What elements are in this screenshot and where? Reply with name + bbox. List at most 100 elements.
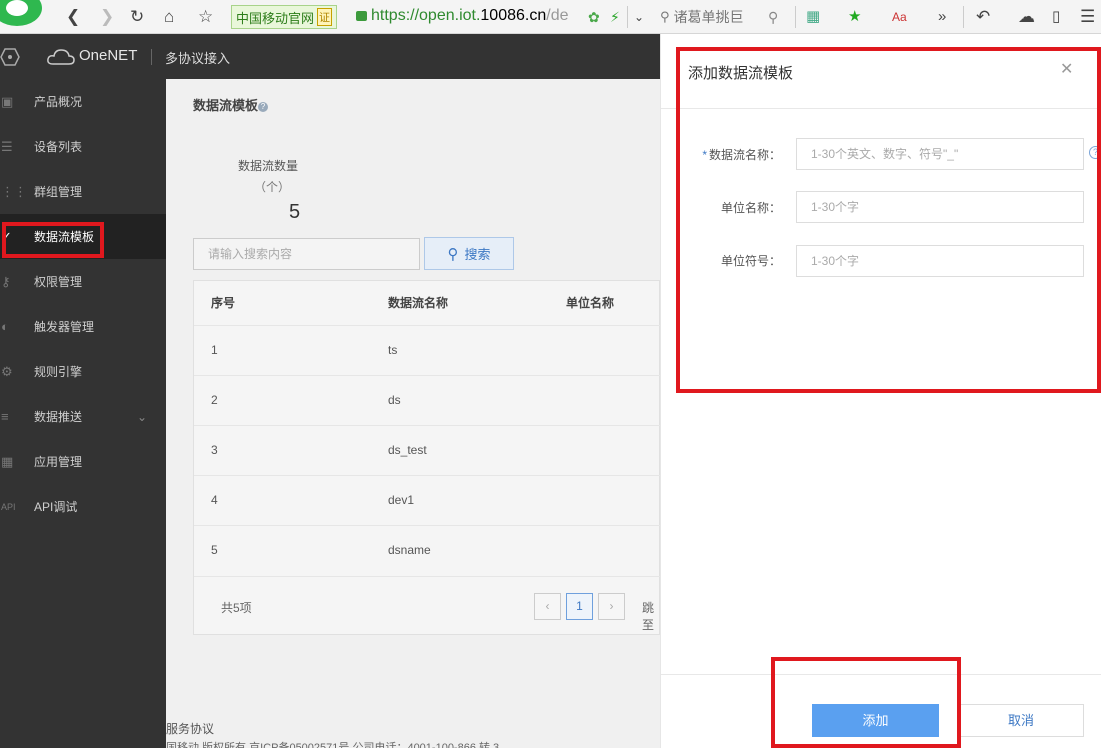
next-page-button[interactable]: › xyxy=(598,593,625,620)
main-content: 数据流模板? 数据流数量 （个） 5 请输入搜索内容 ⚲ 搜索 序号 数据流名称… xyxy=(166,79,661,748)
sidebar-item-data-push[interactable]: ≡ 数据推送 ⌄ xyxy=(0,394,166,439)
sidebar-item-permissions[interactable]: ⚷ 权限管理 xyxy=(0,259,166,304)
unit-name-input[interactable]: 1-30个字 xyxy=(796,191,1084,223)
table-row[interactable]: 1 ts xyxy=(194,325,661,375)
sidebar-item-apps[interactable]: ▦ 应用管理 xyxy=(0,439,166,484)
cell-no: 1 xyxy=(211,343,218,357)
bookmark-star-icon[interactable]: ☆ xyxy=(198,7,213,27)
list-icon: ☰ xyxy=(1,138,13,154)
cell-no: 3 xyxy=(211,443,218,457)
search-go-icon[interactable]: ⚲ xyxy=(768,7,778,27)
sidebar-item-devices[interactable]: ☰ 设备列表 xyxy=(0,124,166,169)
table-row[interactable]: 5 dsname xyxy=(194,525,661,575)
footer-copyright: 国移动 版权所有 京ICP备05002571号 公司电话：4001-100-86… xyxy=(166,742,500,748)
sidebar-item-label: 数据流模板 xyxy=(34,230,95,244)
sidebar-item-label: 群组管理 xyxy=(34,185,83,199)
browser-logo-icon xyxy=(0,0,42,26)
close-icon[interactable]: ✕ xyxy=(1060,59,1073,79)
sidebar-item-label: 产品概况 xyxy=(34,95,83,109)
sidebar-item-label: 数据推送 xyxy=(34,410,83,424)
field-label-text: 单位符号： xyxy=(720,254,781,268)
url-host: 10086.cn xyxy=(480,7,547,24)
shield-icon[interactable]: ★ xyxy=(848,7,861,27)
table-row[interactable]: 4 dev1 xyxy=(194,475,661,525)
gauge-icon: ◐ xyxy=(1,318,9,334)
url-prefix: https://open.iot. xyxy=(371,7,481,24)
header-divider xyxy=(151,49,152,65)
check-icon: ✓ xyxy=(1,228,12,244)
help-icon[interactable]: ? xyxy=(258,101,269,112)
key-icon: ⚷ xyxy=(1,273,11,289)
home-icon[interactable]: ⌂ xyxy=(164,7,174,27)
table-row[interactable]: 2 ds xyxy=(194,375,661,425)
apps-grid-icon[interactable]: ▦ xyxy=(806,7,820,27)
sidebar-item-rule-engine[interactable]: ⚙ 规则引擎 xyxy=(0,349,166,394)
column-header-name: 数据流名称 xyxy=(388,296,449,310)
search-icon: ⚲ xyxy=(660,9,670,24)
sidebar-item-datastream-templates[interactable]: ✓ 数据流模板 xyxy=(0,214,166,259)
page-title: 数据流模板? xyxy=(193,95,269,114)
gear-icon: ⚙ xyxy=(1,363,13,379)
unit-symbol-input[interactable]: 1-30个字 xyxy=(796,245,1084,277)
cancel-button[interactable]: 取消 xyxy=(958,704,1084,737)
sidebar-item-label: 设备列表 xyxy=(34,140,83,154)
column-header-no: 序号 xyxy=(211,296,236,310)
browser-toolbar: ❮ ❯ ↻ ⌂ ☆ 中国移动官网 证 https://open.iot.1008… xyxy=(0,0,1101,34)
jump-label: 跳至 xyxy=(642,601,655,632)
cell-name: ds xyxy=(388,393,401,407)
onenet-cloud-icon xyxy=(47,49,75,65)
datastream-name-input[interactable]: 1-30个英文、数字、符号"_" xyxy=(796,138,1084,170)
chevron-down-icon: ⌄ xyxy=(137,409,148,424)
sidebar-item-overview[interactable]: ▣ 产品概况 xyxy=(0,79,166,124)
sidebar-item-label: 触发器管理 xyxy=(34,320,95,334)
cert-label: 中国移动官网 xyxy=(236,10,315,26)
speed-icon[interactable]: ⚡ xyxy=(610,7,620,27)
cube-icon: ▣ xyxy=(1,93,14,109)
sidebar-item-label: API调试 xyxy=(34,500,78,514)
undo-icon[interactable]: ↶ xyxy=(976,7,990,27)
toolbar-divider xyxy=(627,6,628,28)
table-footer: 共5项 ‹ 1 › 跳至 xyxy=(194,576,661,636)
translate-icon[interactable]: Aa xyxy=(892,7,907,27)
address-bar[interactable]: https://open.iot.10086.cn/de xyxy=(356,7,569,25)
brand-name[interactable]: OneNET xyxy=(79,47,137,64)
dropdown-arrow-icon[interactable]: ⌄ xyxy=(634,7,644,27)
field-label-unit-symbol: 单位符号： xyxy=(661,252,781,269)
reload-icon[interactable]: ↻ xyxy=(130,7,144,27)
lock-icon xyxy=(356,11,367,21)
more-chevrons-icon[interactable]: » xyxy=(938,7,946,27)
search-icon: ⚲ xyxy=(447,245,459,263)
toolbar-divider xyxy=(963,6,964,28)
stat-label: 数据流数量 xyxy=(238,159,299,173)
cloud-icon[interactable]: ☁ xyxy=(1018,7,1035,27)
help-icon[interactable]: ? xyxy=(1089,146,1101,159)
field-label-unit-name: 单位名称： xyxy=(661,199,781,216)
sidebar-item-groups[interactable]: ⋮⋮ 群组管理 xyxy=(0,169,166,214)
field-label-text: 数据流名称： xyxy=(708,148,781,162)
footer-service-link[interactable]: 服务协议 xyxy=(166,720,214,737)
sidebar-item-triggers[interactable]: ◐ 触发器管理 xyxy=(0,304,166,349)
security-icon[interactable]: ✿ xyxy=(588,7,600,27)
url-rest: /de xyxy=(546,7,569,24)
field-label-text: 单位名称： xyxy=(720,201,781,215)
cell-no: 5 xyxy=(211,543,218,557)
drawer-title: 添加数据流模板 xyxy=(688,65,794,82)
forward-icon[interactable]: ❯ xyxy=(100,7,114,27)
cell-name: dsname xyxy=(388,543,431,557)
app-header: OneNET 多协议接入 xyxy=(0,34,660,79)
sidebar-item-label: 权限管理 xyxy=(34,275,83,289)
prev-page-button[interactable]: ‹ xyxy=(534,593,561,620)
certificate-badge[interactable]: 中国移动官网 证 xyxy=(231,5,338,29)
page-1-button[interactable]: 1 xyxy=(566,593,593,620)
sidebar-item-api-debug[interactable]: API API调试 xyxy=(0,484,166,529)
search-button-label: 搜索 xyxy=(464,247,491,262)
sidebar: ▣ 产品概况 ☰ 设备列表 ⋮⋮ 群组管理 ✓ 数据流模板 ⚷ 权限管理 ◐ 触… xyxy=(0,79,166,748)
table-row[interactable]: 3 ds_test xyxy=(194,425,661,475)
add-button[interactable]: 添加 xyxy=(812,704,939,737)
datastream-table: 序号 数据流名称 单位名称 1 ts 2 ds 3 ds_test 4 dev1… xyxy=(193,280,661,636)
search-input[interactable]: 请输入搜索内容 xyxy=(193,238,420,270)
phone-icon[interactable]: ▯ xyxy=(1052,7,1060,27)
menu-icon[interactable]: ☰ xyxy=(1080,7,1095,27)
back-icon[interactable]: ❮ xyxy=(66,7,80,27)
search-button[interactable]: ⚲ 搜索 xyxy=(424,237,514,270)
